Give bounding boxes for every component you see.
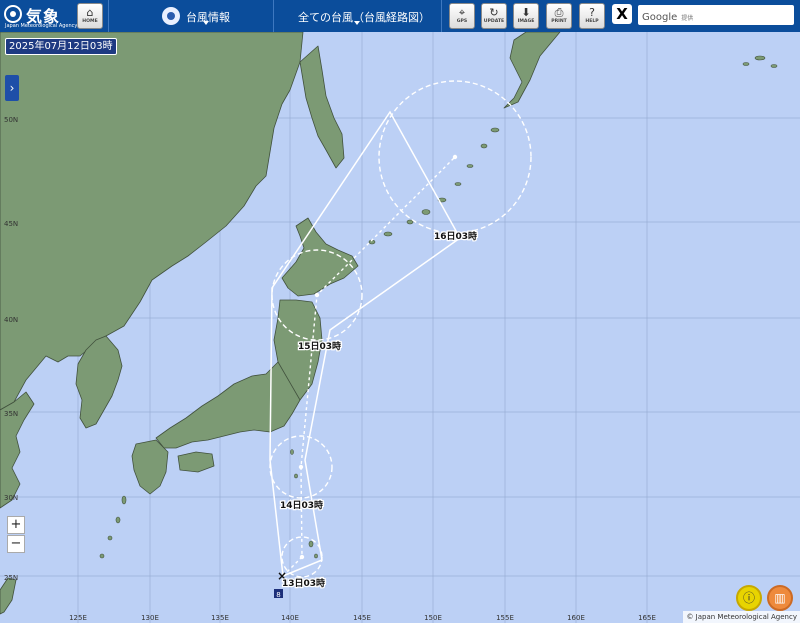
- manual-button[interactable]: ▥: [767, 585, 793, 611]
- image-button[interactable]: ⬇ IMAGE: [513, 3, 539, 29]
- jma-logo-icon: [4, 5, 22, 23]
- forecast-point-16[interactable]: [452, 154, 458, 160]
- update-button[interactable]: ↻ UPDATE: [481, 3, 507, 29]
- attribution[interactable]: © Japan Meteorological Agency: [683, 611, 800, 623]
- panel-toggle-button[interactable]: ›: [5, 75, 19, 101]
- gps-icon: ⌖: [458, 6, 466, 19]
- lon-label: 135E: [211, 614, 229, 622]
- forecast-label-16: 16日03時: [434, 230, 477, 242]
- lat-label: 50N: [4, 116, 18, 124]
- lat-label: 25N: [4, 574, 18, 582]
- chevron-down-icon[interactable]: [203, 21, 209, 25]
- lon-label: 155E: [496, 614, 514, 622]
- storm-number: 8: [276, 591, 280, 599]
- lon-label: 125E: [69, 614, 87, 622]
- lon-label: 130E: [141, 614, 159, 622]
- chevron-down-icon[interactable]: [354, 21, 360, 25]
- forecast-label-14: 14日03時: [280, 499, 323, 511]
- header-divider: [441, 0, 442, 32]
- print-icon: ⎙: [554, 6, 564, 19]
- jma-logo[interactable]: 気象庁 Japan Meteorological Agency: [4, 2, 77, 50]
- analysis-datetime: 2025年07月12日03時: [5, 38, 117, 55]
- google-search-input[interactable]: Google 提供: [638, 5, 794, 25]
- menu-all-typhoons[interactable]: 全ての台風（台風経路図）: [298, 9, 430, 25]
- help-icon: ?: [589, 6, 595, 19]
- lon-label: 150E: [424, 614, 442, 622]
- logo-subtext: Japan Meteorological Agency: [5, 23, 78, 29]
- zoom-out-button[interactable]: −: [7, 535, 25, 553]
- chevron-right-icon: ›: [9, 81, 15, 95]
- zoom-in-button[interactable]: +: [7, 516, 25, 534]
- lon-label: 160E: [567, 614, 585, 622]
- home-button[interactable]: ⌂ HOME: [77, 3, 103, 29]
- lat-label: 40N: [4, 316, 18, 324]
- google-brand: Google: [642, 12, 678, 23]
- typhoon-icon: [162, 7, 180, 25]
- lon-label: 165E: [638, 614, 656, 622]
- header-bar: 気象庁 Japan Meteorological Agency ⌂ HOME 台…: [0, 0, 800, 50]
- print-button[interactable]: ⎙ PRINT: [546, 3, 572, 29]
- legend-help-button[interactable]: ⓘ: [736, 585, 762, 611]
- header-divider: [273, 0, 274, 32]
- legend-icon: ⓘ: [742, 591, 755, 605]
- book-icon: ▥: [774, 591, 786, 605]
- update-icon: ↻: [489, 6, 499, 19]
- house-icon: ⌂: [86, 6, 94, 19]
- forecast-point-15[interactable]: [314, 292, 320, 298]
- header-divider: [108, 0, 109, 32]
- lon-label: 140E: [281, 614, 299, 622]
- help-button[interactable]: ? HELP: [579, 3, 605, 29]
- forecast-point-14[interactable]: [298, 464, 304, 470]
- download-icon: ⬇: [521, 6, 531, 19]
- forecast-point-13[interactable]: [299, 554, 305, 560]
- typhoon-track-map[interactable]: × 8 13日03時 14日03時 15日03時 16日03時 50N 45N …: [0, 32, 800, 623]
- lat-label: 30N: [4, 494, 18, 502]
- search-placeholder: 提供: [681, 15, 694, 22]
- forecast-label-13: 13日03時: [282, 577, 325, 589]
- lat-label: 45N: [4, 220, 18, 228]
- lat-label: 35N: [4, 410, 18, 418]
- gps-button[interactable]: ⌖ GPS: [449, 3, 475, 29]
- forecast-label-15: 15日03時: [298, 340, 341, 352]
- lon-label: 145E: [353, 614, 371, 622]
- x-share-button[interactable]: X: [612, 4, 632, 24]
